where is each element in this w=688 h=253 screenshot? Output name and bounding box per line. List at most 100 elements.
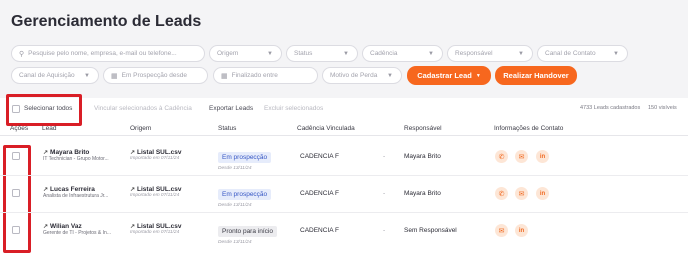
cadence-dash: - [383, 227, 386, 234]
status-badge: Em prospecção [218, 152, 272, 163]
owner-name: Mayara Brito [404, 190, 441, 197]
finalizado-label: Finalizado entre [231, 72, 278, 79]
chevron-down-icon: ▼ [267, 50, 273, 57]
origin-cell[interactable]: ↗ Listal SUL.csv Importado em 07/11/24 [130, 186, 181, 198]
cadence-name: CADENCIA F [300, 153, 340, 160]
status-cell: Pronto para início Desde 13/11/24 [218, 220, 277, 245]
lead-cell[interactable]: ↗ Wilian Vaz Gerente de TI - Projetos & I… [43, 223, 111, 236]
status-select[interactable]: Status ▼ [286, 45, 358, 62]
status-since: Desde 13/11/24 [218, 240, 252, 245]
status-cell: Em prospecção Desde 13/11/24 [218, 146, 272, 171]
em-prospeccao-date[interactable]: ▦ Em Prospecção desde [103, 67, 208, 84]
status-label: Status [294, 50, 313, 57]
linkedin-icon[interactable]: in [536, 187, 549, 200]
origem-select[interactable]: Origem ▼ [209, 45, 282, 62]
canal-aquisicao-select[interactable]: Canal de Aquisição ▼ [11, 67, 99, 84]
status-cell: Em prospecção Desde 13/11/24 [218, 183, 272, 208]
row-checkbox[interactable] [12, 189, 20, 197]
search-placeholder: Pesquise pelo nome, empresa, e-mail ou t… [28, 50, 177, 57]
lead-cell[interactable]: ↗ Lucas Ferreira Analista de Infraestrutu… [43, 186, 108, 199]
chevron-down-icon: ▼ [84, 72, 90, 79]
lead-cell[interactable]: ↗ Mayara Brito IT Technician - Grupo Moto… [43, 149, 109, 162]
email-icon[interactable]: ✉ [515, 150, 528, 163]
origin-date: Importado em 07/11/24 [130, 156, 180, 161]
col-acoes: Ações [10, 125, 29, 132]
linkedin-icon[interactable]: in [515, 224, 528, 237]
canal-contato-select[interactable]: Canal de Contato ▼ [537, 45, 628, 62]
lead-role: Analista de Infraestrutura Jr... [43, 193, 109, 199]
table-row[interactable]: ↗ Mayara Brito IT Technician - Grupo Moto… [0, 139, 688, 176]
leads-count: 4733 Leads cadastrados [580, 105, 641, 111]
exportar-button[interactable]: Exportar Leads [209, 105, 253, 112]
row-checkbox[interactable] [12, 152, 20, 160]
cadencia-label: Cadência [370, 50, 398, 57]
responsavel-select[interactable]: Responsável ▼ [447, 45, 533, 62]
responsavel-label: Responsável [455, 50, 493, 57]
search-input[interactable]: ⚲ Pesquise pelo nome, empresa, e-mail ou… [11, 45, 205, 62]
calendar-icon: ▦ [221, 72, 228, 80]
em-prospeccao-label: Em Prospecção desde [121, 72, 188, 79]
cadencia-select[interactable]: Cadência ▼ [362, 45, 443, 62]
search-icon: ⚲ [19, 50, 25, 58]
visible-count: 150 visíveis [648, 105, 677, 111]
realizar-handover-button[interactable]: Realizar Handover [495, 66, 577, 85]
origin-file: Listal SUL.csv [137, 223, 182, 230]
cadastrar-lead-label: Cadastrar Lead [417, 71, 472, 80]
email-icon[interactable]: ✉ [495, 224, 508, 237]
row-checkbox[interactable] [12, 226, 20, 234]
canal-contato-label: Canal de Contato [545, 50, 596, 57]
col-cadencia: Cadência Vinculada [297, 125, 355, 132]
chevron-down-icon: ▼ [343, 50, 349, 57]
linkedin-icon[interactable]: in [536, 150, 549, 163]
phone-icon[interactable]: ✆ [495, 150, 508, 163]
status-since: Desde 13/11/24 [218, 166, 252, 171]
lead-name: Wilian Vaz [50, 223, 82, 230]
calendar-icon: ▦ [111, 72, 118, 80]
chevron-down-icon: ▼ [475, 72, 481, 79]
origin-cell[interactable]: ↗ Listal SUL.csv Importado em 07/11/24 [130, 223, 181, 235]
col-origem: Origem [130, 125, 152, 132]
page-title: Gerenciamento de Leads [11, 13, 202, 30]
table-header: Ações Lead Origem Status Cadência Vincul… [0, 122, 688, 136]
col-contato: Informações de Contato [494, 125, 564, 132]
status-badge: Em prospecção [218, 189, 272, 200]
table-row[interactable]: ↗ Lucas Ferreira Analista de Infraestrutu… [0, 176, 688, 213]
col-responsavel: Responsável [404, 125, 442, 132]
cadastrar-lead-button[interactable]: Cadastrar Lead ▼ [407, 66, 491, 85]
phone-icon[interactable]: ✆ [495, 187, 508, 200]
realizar-handover-label: Realizar Handover [503, 71, 569, 80]
bulk-actions-bar: Selecionar todos Vincular selecionados à… [0, 98, 688, 122]
origin-date: Importado em 07/11/24 [130, 230, 180, 235]
status-since: Desde 13/11/24 [218, 203, 252, 208]
lead-role: Gerente de TI - Projetos & In... [43, 230, 111, 236]
vincular-button[interactable]: Vincular selecionados à Cadência [94, 105, 192, 112]
cadence-name: CADENCIA F [300, 227, 340, 234]
owner-name: Mayara Brito [404, 153, 441, 160]
finalizado-date[interactable]: ▦ Finalizado entre [213, 67, 318, 84]
canal-aquisicao-label: Canal de Aquisição [19, 72, 75, 79]
excluir-button[interactable]: Excluir selecionados [264, 105, 323, 112]
chevron-down-icon: ▼ [428, 50, 434, 57]
lead-name: Mayara Brito [50, 149, 90, 156]
email-icon[interactable]: ✉ [515, 187, 528, 200]
chevron-down-icon: ▼ [387, 72, 393, 79]
motivo-perda-select[interactable]: Motivo de Perda ▼ [322, 67, 402, 84]
cadence-dash: - [383, 153, 386, 160]
origin-cell[interactable]: ↗ Listal SUL.csv Importado em 07/11/24 [130, 149, 181, 161]
origin-file: Listal SUL.csv [137, 149, 182, 156]
lead-name: Lucas Ferreira [50, 186, 95, 193]
filters-panel: Gerenciamento de Leads ⚲ Pesquise pelo n… [0, 0, 688, 98]
motivo-perda-label: Motivo de Perda [330, 72, 378, 79]
chevron-down-icon: ▼ [613, 50, 619, 57]
col-status: Status [218, 125, 237, 132]
cadence-name: CADENCIA F [300, 190, 340, 197]
table-row[interactable]: ↗ Wilian Vaz Gerente de TI - Projetos & I… [0, 213, 688, 250]
col-lead: Lead [42, 125, 57, 132]
status-badge: Pronto para início [218, 226, 277, 237]
origin-file: Listal SUL.csv [137, 186, 182, 193]
origem-label: Origem [217, 50, 239, 57]
lead-role: IT Technician - Grupo Motor... [43, 156, 109, 162]
owner-name: Sem Responsável [404, 227, 457, 234]
chevron-down-icon: ▼ [518, 50, 524, 57]
origin-date: Importado em 07/11/24 [130, 193, 180, 198]
